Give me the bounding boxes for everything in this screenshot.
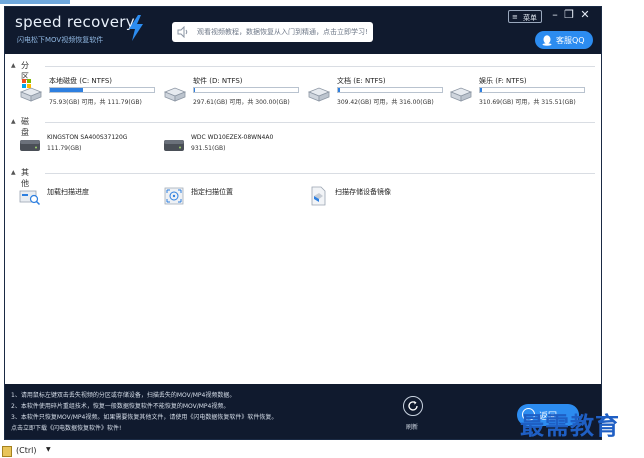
hard-disk-icon <box>164 140 184 151</box>
partition-name: 文档 (E: NTFS) <box>337 77 386 85</box>
minimize-button[interactable]: – <box>549 8 561 22</box>
close-button[interactable]: ✕ <box>579 8 591 22</box>
partition-capacity: 297.61(GB) 可用，共 300.00(GB) <box>193 99 290 106</box>
page-top-strip <box>0 0 70 4</box>
menu-button[interactable]: ≡ 菜单 <box>508 10 542 23</box>
main-content: ▲ 分区 本地磁盘 (C: NTFS) 75.93(GB) 可用，共 111.7… <box>5 54 601 384</box>
customer-service-button[interactable]: 客服QQ <box>535 31 593 49</box>
other-item-label: 加载扫描进度 <box>47 188 89 196</box>
collapse-arrow-icon: ▲ <box>11 169 16 176</box>
drive-icon <box>307 87 331 102</box>
disk-image-icon <box>311 186 326 206</box>
usage-bar <box>49 87 155 93</box>
restore-button[interactable]: ❐ <box>563 8 575 22</box>
status-footer: 1、请用鼠标左键双击丢失视频的分区或存储设备，扫描丢失的MOV/MP4视频数据。… <box>5 384 601 439</box>
collapse-arrow-icon: ▲ <box>11 62 16 69</box>
divider <box>45 173 595 174</box>
load-scan-icon <box>19 190 41 206</box>
help-note: 2、本软件使用碎片重组技术，恢复一般数据恢复软件不能恢复的MOV/MP4视频。 <box>11 403 230 410</box>
tutorial-notice[interactable]: 观看视频教程，数据恢复从入门到精通，点击立即学习! <box>172 22 373 42</box>
usage-bar <box>193 87 299 93</box>
scan-disk-image-item[interactable]: 扫描存储设备镜像 <box>307 186 457 210</box>
disk-name: WDC WD10EZEX-08WN4A0 <box>191 134 274 141</box>
drive-icon <box>449 87 473 102</box>
partition-item[interactable]: 本地磁盘 (C: NTFS) 75.93(GB) 可用，共 111.79(GB) <box>19 76 169 108</box>
help-note-download-link[interactable]: 点击立即下载《闪电数据恢复软件》软件! <box>11 423 121 432</box>
load-scan-progress-item[interactable]: 加载扫描进度 <box>19 186 159 210</box>
customer-service-label: 客服QQ <box>556 36 585 45</box>
collapse-arrow-icon: ▲ <box>11 118 16 125</box>
disk-item[interactable]: KINGSTON SA400S37120G 111.79(GB) <box>19 134 159 160</box>
usage-bar-fill <box>480 88 482 92</box>
divider <box>45 66 595 67</box>
screenshot-root: speed recovery 闪电松下MOV视频恢复软件 观看视频教程，数据恢复… <box>0 0 644 458</box>
disk-name: KINGSTON SA400S37120G <box>47 134 128 141</box>
target-scan-icon <box>164 187 184 205</box>
partition-item[interactable]: 娱乐 (F: NTFS) 310.69(GB) 可用，共 315.51(GB) <box>449 76 599 108</box>
other-item-label: 扫描存储设备镜像 <box>335 188 391 196</box>
partition-capacity: 75.93(GB) 可用，共 111.79(GB) <box>49 99 142 106</box>
help-note: 3、本软件只恢复MOV/MP4视频。如果需要恢复其他文件，请使用《闪电数据恢复软… <box>11 414 278 421</box>
paste-label: (Ctrl) <box>16 446 37 455</box>
clipboard-icon <box>2 446 12 457</box>
app-window: speed recovery 闪电松下MOV视频恢复软件 观看视频教程，数据恢复… <box>4 6 602 440</box>
usage-bar-fill <box>194 88 195 92</box>
chevron-down-icon: ▼ <box>46 446 51 453</box>
app-logo: speed recovery 闪电松下MOV视频恢复软件 <box>15 13 145 49</box>
windows-drive-icon <box>19 79 43 102</box>
notice-text: 观看视频教程，数据恢复从入门到精通，点击立即学习! <box>197 28 368 36</box>
help-note: 1、请用鼠标左键双击丢失视频的分区或存储设备，扫描丢失的MOV/MP4视频数据。 <box>11 392 236 399</box>
partition-capacity: 310.69(GB) 可用，共 315.51(GB) <box>479 99 576 106</box>
watermark-logo: 最需教育 <box>520 411 620 440</box>
refresh-label: 刷新 <box>406 424 419 431</box>
disk-capacity: 111.79(GB) <box>47 145 82 152</box>
specify-scan-location-item[interactable]: 指定扫描位置 <box>163 186 303 210</box>
partition-capacity: 309.42(GB) 可用，共 316.00(GB) <box>337 99 434 106</box>
partition-name: 软件 (D: NTFS) <box>193 77 243 85</box>
disk-capacity: 931.51(GB) <box>191 145 226 152</box>
qq-icon <box>542 35 552 46</box>
lightning-icon <box>129 15 143 41</box>
other-item-label: 指定扫描位置 <box>191 188 233 196</box>
logo-text: speed recovery <box>15 13 135 31</box>
title-bar: speed recovery 闪电松下MOV视频恢复软件 观看视频教程，数据恢复… <box>5 7 601 54</box>
refresh-icon <box>408 401 418 411</box>
speaker-icon <box>177 26 188 38</box>
usage-bar-fill <box>338 88 340 92</box>
refresh-button[interactable] <box>403 396 423 416</box>
partition-item[interactable]: 软件 (D: NTFS) 297.61(GB) 可用，共 300.00(GB) <box>163 76 313 108</box>
partition-item[interactable]: 文档 (E: NTFS) 309.42(GB) 可用，共 316.00(GB) <box>307 76 457 108</box>
logo-subtitle: 闪电松下MOV视频恢复软件 <box>17 36 104 44</box>
hard-disk-icon <box>20 140 40 151</box>
drive-icon <box>163 87 187 102</box>
partition-name: 本地磁盘 (C: NTFS) <box>49 77 113 85</box>
usage-bar <box>337 87 443 93</box>
menu-icon: ≡ <box>512 13 518 21</box>
divider <box>45 122 595 123</box>
usage-bar <box>479 87 585 93</box>
disk-item[interactable]: WDC WD10EZEX-08WN4A0 931.51(GB) <box>163 134 303 160</box>
partition-name: 娱乐 (F: NTFS) <box>479 77 527 85</box>
usage-bar-fill <box>50 88 83 92</box>
menu-label: 菜单 <box>523 14 537 22</box>
